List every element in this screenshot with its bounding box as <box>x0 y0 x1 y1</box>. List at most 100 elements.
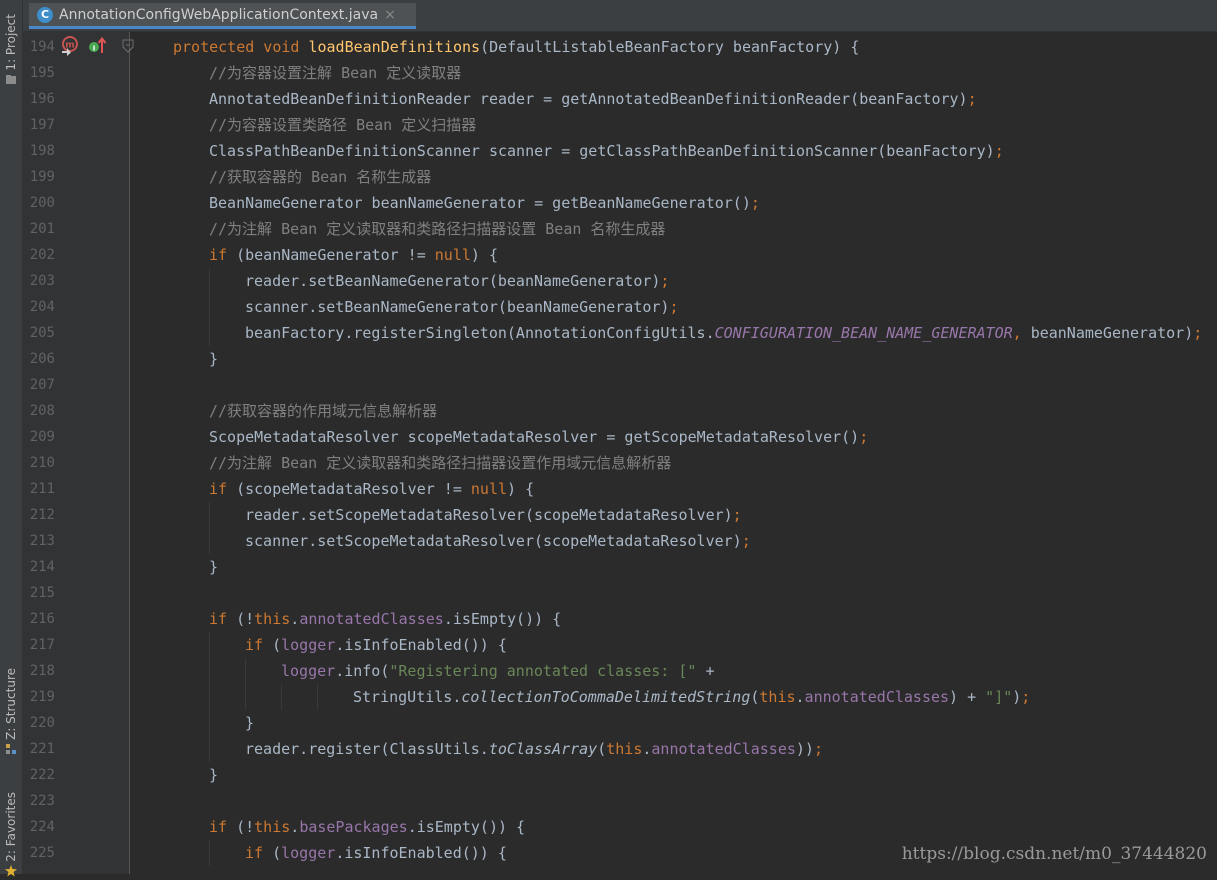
code-token: logger <box>281 844 336 862</box>
line-number: 212 <box>29 507 55 523</box>
code-line[interactable]: if (logger.isInfoEnabled()) { <box>245 840 507 866</box>
code-line[interactable]: BeanNameGenerator beanNameGenerator = ge… <box>209 190 760 216</box>
project-tool-button[interactable]: 1: Project <box>2 14 20 89</box>
code-line[interactable]: //为注解 Bean 定义读取器和类路径扫描器设置作用域元信息解析器 <box>209 450 671 476</box>
code-line[interactable]: if (beanNameGenerator != null) { <box>209 242 498 268</box>
code-token: this <box>606 740 643 758</box>
code-token: ; <box>732 506 742 524</box>
code-line[interactable]: beanFactory.registerSingleton(Annotation… <box>245 320 1202 346</box>
code-token: )) <box>795 740 814 758</box>
code-line[interactable]: ClassPathBeanDefinitionScanner scanner =… <box>209 138 1004 164</box>
code-line[interactable]: reader.setBeanNameGenerator(beanNameGene… <box>245 268 669 294</box>
code-token: } <box>245 714 255 732</box>
indent-guide <box>209 320 210 346</box>
java-class-icon: C <box>37 6 53 23</box>
close-tab-icon[interactable]: × <box>384 7 396 23</box>
code-line[interactable]: } <box>209 346 218 372</box>
indent-guide <box>209 502 210 528</box>
line-number: 216 <box>29 611 55 627</box>
code-line[interactable]: reader.register(ClassUtils.toClassArray(… <box>245 736 823 762</box>
code-token: .isInfoEnabled()) { <box>335 844 507 862</box>
line-number: 198 <box>29 143 55 159</box>
code-line[interactable]: } <box>209 762 218 788</box>
code-token: ) { <box>507 480 535 498</box>
code-line[interactable]: //获取容器的作用域元信息解析器 <box>209 398 437 424</box>
line-number: 196 <box>29 91 55 107</box>
code-token: if <box>209 246 237 264</box>
code-token: beanFactory.registerSingleton(Annotation… <box>245 324 715 342</box>
code-token: ; <box>859 428 869 446</box>
line-number: 209 <box>29 429 55 445</box>
line-number: 207 <box>29 377 55 393</box>
code-token: this <box>254 610 291 628</box>
line-number: 202 <box>29 247 55 263</box>
code-token: null <box>434 246 471 264</box>
structure-icon <box>6 743 16 754</box>
line-number: 215 <box>29 585 55 601</box>
indent-guide <box>209 840 210 866</box>
indent-guide <box>245 684 246 710</box>
code-line[interactable]: //为容器设置类路径 Bean 定义扫描器 <box>209 112 476 138</box>
code-token: reader.setScopeMetadataResolver(scopeMet… <box>245 506 733 524</box>
indent-guide <box>209 632 210 658</box>
code-token: } <box>209 766 219 784</box>
code-editor[interactable]: 194 protected void loadBeanDefinitions(De… <box>23 34 1217 874</box>
favorites-tool-button[interactable]: 2: Favorites <box>2 792 20 880</box>
favorites-icon <box>5 864 17 877</box>
code-line[interactable]: ScopeMetadataResolver scopeMetadataResol… <box>209 424 868 450</box>
line-number: 201 <box>29 221 55 237</box>
code-token: //为容器设置类路径 Bean 定义扫描器 <box>209 116 477 134</box>
code-line[interactable]: protected void loadBeanDefinitions(Defau… <box>173 34 859 60</box>
code-token: . <box>795 688 805 706</box>
line-number: 197 <box>29 117 55 133</box>
watermark: https://blog.csdn.net/m0_37444820 <box>901 844 1207 864</box>
code-line[interactable]: if (!this.basePackages.isEmpty()) { <box>209 814 525 840</box>
editor-tab-bar: C AnnotationConfigWebApplicationContext.… <box>23 0 1217 32</box>
line-number: 210 <box>29 455 55 471</box>
editor-tab[interactable]: C AnnotationConfigWebApplicationContext.… <box>29 3 416 29</box>
code-token: BeanNameGenerator beanNameGenerator = ge… <box>209 194 751 212</box>
indent-guide <box>209 528 210 554</box>
code-token: //获取容器的作用域元信息解析器 <box>209 402 438 420</box>
code-line[interactable]: //为容器设置注解 Bean 定义读取器 <box>209 60 461 86</box>
code-line[interactable]: scanner.setScopeMetadataResolver(scopeMe… <box>245 528 751 554</box>
code-token: toClassArray <box>488 740 598 758</box>
line-number: 204 <box>29 299 55 315</box>
code-token: AnnotatedBeanDefinitionReader reader = g… <box>209 90 968 108</box>
code-line[interactable]: } <box>245 710 254 736</box>
line-number: 218 <box>29 663 55 679</box>
line-number: 206 <box>29 351 55 367</box>
line-number: 219 <box>29 689 55 705</box>
indent-guide <box>281 684 282 710</box>
code-line[interactable]: //获取容器的 Bean 名称生成器 <box>209 164 431 190</box>
code-token: ; <box>1193 324 1203 342</box>
code-token: annotatedClasses <box>804 688 950 706</box>
code-line[interactable]: if (scopeMetadataResolver != null) { <box>209 476 534 502</box>
project-icon <box>6 74 16 84</box>
line-number: 208 <box>29 403 55 419</box>
code-token: beanNameGenerator) <box>1030 324 1194 342</box>
line-number: 223 <box>29 793 55 809</box>
tool-window-strip: 1: Project Z: Structure 2: Favorites <box>0 0 23 877</box>
code-token: annotatedClasses <box>651 740 796 758</box>
code-line[interactable]: AnnotatedBeanDefinitionReader reader = g… <box>209 86 977 112</box>
code-line[interactable]: logger.info("Registering annotated class… <box>281 658 714 684</box>
code-line[interactable]: reader.setScopeMetadataResolver(scopeMet… <box>245 502 742 528</box>
code-line[interactable]: scanner.setBeanNameGenerator(beanNameGen… <box>245 294 678 320</box>
code-token: //为容器设置注解 Bean 定义读取器 <box>209 64 462 82</box>
code-token: if <box>209 818 237 836</box>
code-line[interactable]: StringUtils.collectionToCommaDelimitedSt… <box>353 684 1030 710</box>
code-token: "Registering annotated classes: [" <box>389 662 697 680</box>
code-token: ) + <box>949 688 986 706</box>
code-line[interactable]: //为注解 Bean 定义读取器和类路径扫描器设置 Bean 名称生成器 <box>209 216 665 242</box>
code-line[interactable]: if (logger.isInfoEnabled()) { <box>245 632 507 658</box>
code-token: ( <box>597 740 607 758</box>
code-token: null <box>470 480 508 498</box>
code-token: ScopeMetadataResolver scopeMetadataResol… <box>209 428 860 446</box>
code-line[interactable]: } <box>209 554 218 580</box>
structure-tool-button[interactable]: Z: Structure <box>2 668 20 758</box>
code-token: . <box>290 818 300 836</box>
code-line[interactable]: if (!this.annotatedClasses.isEmpty()) { <box>209 606 561 632</box>
code-token: ; <box>813 740 823 758</box>
code-token: ; <box>967 90 977 108</box>
